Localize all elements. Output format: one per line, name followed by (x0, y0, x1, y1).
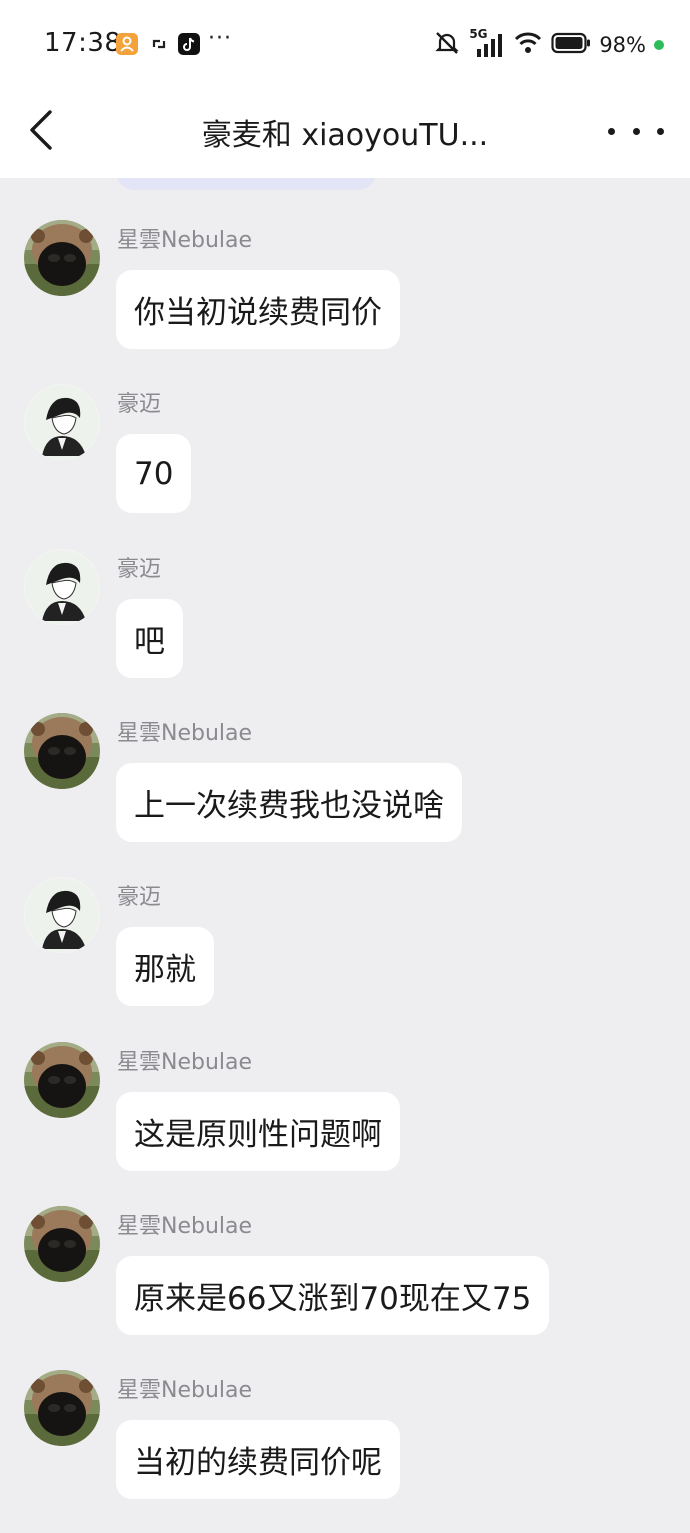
back-button[interactable] (22, 108, 66, 152)
more-notifications-icon: ··· (208, 26, 232, 51)
sender-name: 星雲Nebulae (117, 1214, 253, 1239)
message-text: 当初的续费同价呢 (134, 1445, 382, 1481)
message-item: 星雲Nebulae 这是原则性问题啊 (0, 1042, 690, 1174)
sender-name: 豪迈 (117, 885, 162, 910)
more-button[interactable] (608, 116, 664, 146)
avatar[interactable] (24, 1370, 100, 1446)
battery-level: 98% (599, 33, 646, 57)
message-item: 星雲Nebulae 你当初说续费同价 (0, 220, 690, 352)
message-item: 星雲Nebulae 原来是66又涨到70现在又75 (0, 1206, 690, 1338)
message-bubble[interactable]: 上一次续费我也没说啥 (116, 763, 462, 842)
message-bubble[interactable]: 吧 (116, 599, 183, 678)
more-dot (657, 127, 664, 135)
avatar[interactable] (24, 220, 100, 296)
sender-name: 豪迈 (117, 557, 162, 582)
signal-icon: 5G (469, 27, 505, 59)
message-list[interactable]: 星雲Nebulae 你当初说续费同价 豪迈 70 豪迈吧星雲Nebulae 上一次续费我也… (0, 178, 690, 1533)
message-text: 你当初说续费同价 (134, 295, 382, 331)
message-text: 那就 (134, 952, 196, 988)
message-bubble[interactable]: 当初的续费同价呢 (116, 1420, 400, 1499)
sender-name: 星雲Nebulae (117, 228, 253, 253)
message-item: 星雲Nebulae 上一次续费我也没说啥 (0, 713, 690, 845)
sender-name: 星雲Nebulae (117, 1050, 253, 1075)
message-item: 豪迈吧 (0, 549, 690, 681)
avatar[interactable] (24, 1206, 100, 1282)
mute-icon (433, 29, 461, 61)
privacy-indicator-dot (654, 40, 664, 50)
message-text: 上一次续费我也没说啥 (134, 788, 444, 824)
sender-name: 豪迈 (117, 392, 162, 417)
message-bubble[interactable]: 这是原则性问题啊 (116, 1092, 400, 1171)
status-bar: 17:38 ··· 5G 98% (0, 0, 690, 88)
previous-message-bubble[interactable] (116, 178, 376, 190)
sender-name: 星雲Nebulae (117, 1378, 253, 1403)
avatar[interactable] (24, 384, 100, 460)
avatar[interactable] (24, 713, 100, 789)
avatar[interactable] (24, 877, 100, 953)
status-right-group: 5G 98% (433, 27, 664, 61)
message-bubble[interactable]: 原来是66又涨到70现在又75 (116, 1256, 550, 1335)
message-item: 星雲Nebulae 当初的续费同价呢 (0, 1370, 690, 1502)
message-item: 豪迈那就 (0, 877, 690, 1009)
more-dot (632, 127, 640, 135)
wifi-icon (513, 30, 543, 60)
message-text: 原来是66又涨到70现在又75 (134, 1281, 532, 1317)
chevron-left-icon (22, 110, 66, 156)
tiktok-icon (178, 33, 200, 55)
chat-title: 豪麦和 xiaoyouTU... (201, 118, 489, 153)
avatar[interactable] (24, 549, 100, 625)
message-text: 这是原则性问题啊 (134, 1117, 382, 1153)
app-notification-icon (116, 33, 138, 55)
status-time: 17:38 (44, 28, 122, 58)
chat-header: 豪麦和 xiaoyouTU... (0, 88, 690, 178)
battery-icon (551, 32, 591, 58)
sync-icon (148, 33, 170, 55)
message-bubble[interactable]: 你当初说续费同价 (116, 270, 400, 349)
message-text: 吧 (134, 624, 165, 660)
message-text: 70 (134, 455, 174, 492)
message-item: 豪迈 70 (0, 384, 690, 516)
sender-name: 星雲Nebulae (117, 721, 253, 746)
message-bubble[interactable]: 那就 (116, 927, 214, 1006)
message-bubble[interactable]: 70 (116, 434, 192, 513)
avatar[interactable] (24, 1042, 100, 1118)
more-dot (608, 127, 615, 135)
